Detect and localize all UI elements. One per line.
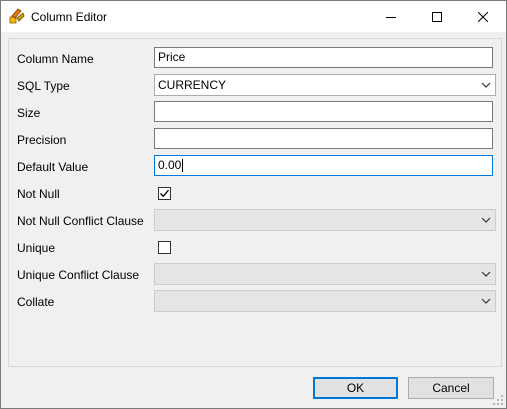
collate-dropdown[interactable]: [154, 290, 496, 312]
unique-conflict-label: Unique Conflict Clause: [17, 268, 140, 282]
title-bar[interactable]: Column Editor: [1, 1, 506, 32]
window-title: Column Editor: [31, 10, 108, 24]
cancel-button[interactable]: Cancel: [408, 377, 494, 399]
precision-label: Precision: [17, 133, 67, 147]
unique-label: Unique: [17, 241, 56, 255]
minimize-button[interactable]: [368, 1, 414, 32]
collate-label: Collate: [17, 295, 55, 309]
properties-panel: Column Name Price SQL Type CURRENCY Size…: [8, 38, 502, 367]
ok-button[interactable]: OK: [313, 377, 398, 399]
not-null-conflict-label: Not Null Conflict Clause: [17, 214, 144, 228]
chevron-down-icon: [481, 298, 491, 304]
maximize-button[interactable]: [414, 1, 460, 32]
checkmark-icon: [160, 189, 169, 198]
size-label: Size: [17, 106, 41, 120]
close-icon: [478, 11, 488, 22]
default-value-input[interactable]: 0.00: [154, 155, 493, 176]
size-input[interactable]: [154, 101, 493, 122]
resize-grip-icon[interactable]: [493, 395, 503, 405]
close-button[interactable]: [460, 1, 506, 32]
not-null-checkbox[interactable]: [158, 187, 171, 200]
chevron-down-icon: [481, 82, 491, 88]
unique-checkbox[interactable]: [158, 241, 171, 254]
text-caret: [182, 159, 184, 173]
not-null-conflict-dropdown[interactable]: [154, 209, 496, 231]
column-editor-app-icon: [9, 8, 25, 24]
chevron-down-icon: [481, 271, 491, 277]
column-name-input[interactable]: Price: [154, 47, 493, 68]
unique-conflict-dropdown[interactable]: [154, 263, 496, 285]
default-value-label: Default Value: [17, 160, 89, 174]
default-value-text: 0.00: [158, 158, 182, 172]
chevron-down-icon: [481, 217, 491, 223]
sql-type-label: SQL Type: [17, 79, 70, 93]
not-null-label: Not Null: [17, 187, 60, 201]
minimize-icon: [386, 16, 396, 18]
sql-type-value: CURRENCY: [158, 78, 227, 92]
precision-input[interactable]: [154, 128, 493, 149]
column-name-label: Column Name: [17, 52, 94, 66]
column-editor-dialog: Column Editor Column Name Price SQL Type…: [0, 0, 507, 409]
maximize-icon: [432, 11, 442, 22]
sql-type-dropdown[interactable]: CURRENCY: [154, 74, 496, 96]
